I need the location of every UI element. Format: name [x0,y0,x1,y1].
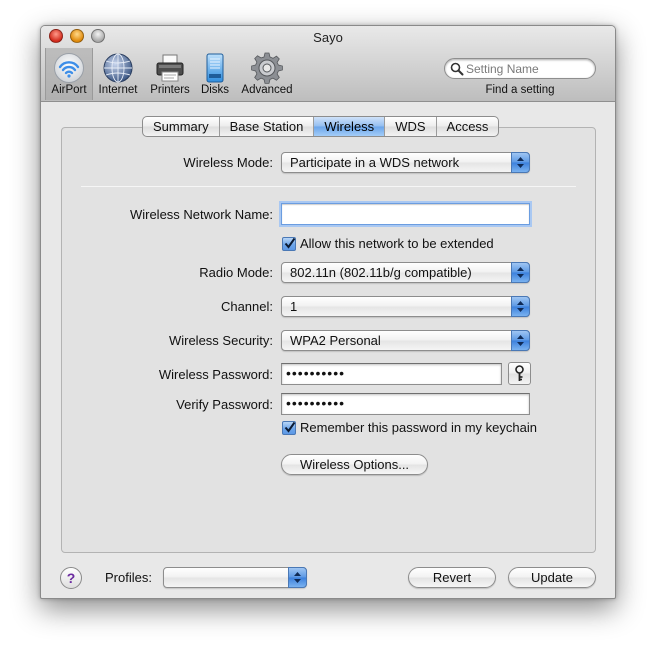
window-title: Sayo [313,30,343,45]
tab-access[interactable]: Access [437,117,499,136]
popup-arrows-icon [511,152,530,173]
toolbar-label-disks: Disks [200,84,230,96]
tab-wireless[interactable]: Wireless [314,117,386,136]
channel-popup[interactable]: 1 [281,296,530,317]
search-icon [450,62,464,76]
profiles-popup[interactable] [163,567,307,588]
toolbar-item-airport[interactable]: AirPort [45,48,93,100]
tab-base-station[interactable]: Base Station [220,117,315,136]
update-button[interactable]: Update [508,567,596,588]
verify-password-label: Verify Password: [176,397,273,412]
toolbar-item-disks[interactable]: Disks [197,48,233,100]
popup-arrows-icon [511,262,530,283]
profiles-label: Profiles: [105,570,152,585]
wireless-password-field[interactable]: •••••••••• [281,363,502,385]
remember-keychain-checkbox[interactable] [282,421,296,435]
popup-arrows-icon [511,330,530,351]
wireless-security-popup[interactable]: WPA2 Personal [281,330,530,351]
toolbar-label-internet: Internet [98,84,138,96]
popup-arrows-icon [511,296,530,317]
toolbar-label-printers: Printers [150,84,190,96]
wireless-password-label: Wireless Password: [158,367,273,382]
verify-password-value: •••••••••• [286,395,346,411]
help-button[interactable]: ? [60,567,82,589]
tab-bar: Summary Base Station Wireless WDS Access [142,116,500,137]
allow-extended-label: Allow this network to be extended [300,236,494,251]
allow-extended-checkbox-row[interactable]: Allow this network to be extended [282,236,494,251]
title-bar: Sayo AirPort Internet Printers Disks Adv… [41,26,615,102]
radio-mode-popup[interactable]: 802.11n (802.11b/g compatible) [281,262,530,283]
network-name-label: Wireless Network Name: [129,207,273,222]
channel-value: 1 [290,299,298,314]
wireless-mode-value: Participate in a WDS network [290,155,460,170]
remember-keychain-label: Remember this password in my keychain [300,420,537,435]
toolbar-item-advanced[interactable]: Advanced [237,48,297,100]
internet-globe-icon [103,53,133,83]
revert-button[interactable]: Revert [408,567,496,588]
section-divider [81,186,576,187]
key-icon [515,365,524,381]
wireless-options-button[interactable]: Wireless Options... [281,454,428,475]
radio-mode-label: Radio Mode: [199,265,273,280]
printer-icon [156,54,184,82]
network-name-field[interactable] [281,203,530,225]
wireless-security-label: Wireless Security: [168,333,273,348]
find-setting-caption: Find a setting [485,84,555,96]
gear-icon [251,52,283,84]
wireless-password-value: •••••••••• [286,365,346,381]
popup-arrows-icon [288,567,307,588]
airport-utility-window: Sayo AirPort Internet Printers Disks Adv… [40,25,616,599]
airport-icon [54,53,84,83]
allow-extended-checkbox[interactable] [282,237,296,251]
checkmark-icon [284,237,296,249]
setting-search-field[interactable] [444,58,596,79]
tab-summary[interactable]: Summary [143,117,220,136]
toolbar-item-printers[interactable]: Printers [145,48,195,100]
keychain-key-button[interactable] [508,362,531,385]
setting-search-input[interactable] [464,60,589,77]
verify-password-field[interactable]: •••••••••• [281,393,530,415]
wireless-mode-popup[interactable]: Participate in a WDS network [281,152,530,173]
checkmark-icon [284,421,296,433]
remember-keychain-checkbox-row[interactable]: Remember this password in my keychain [282,420,537,435]
wireless-mode-label: Wireless Mode: [183,155,273,170]
disk-icon [206,53,224,83]
channel-label: Channel: [220,299,273,314]
toolbar-label-airport: AirPort [51,84,87,96]
toolbar-label-advanced: Advanced [241,84,293,96]
radio-mode-value: 802.11n (802.11b/g compatible) [290,265,472,280]
tab-wds[interactable]: WDS [385,117,437,136]
wireless-security-value: WPA2 Personal [290,333,381,348]
toolbar-item-internet[interactable]: Internet [95,48,141,100]
